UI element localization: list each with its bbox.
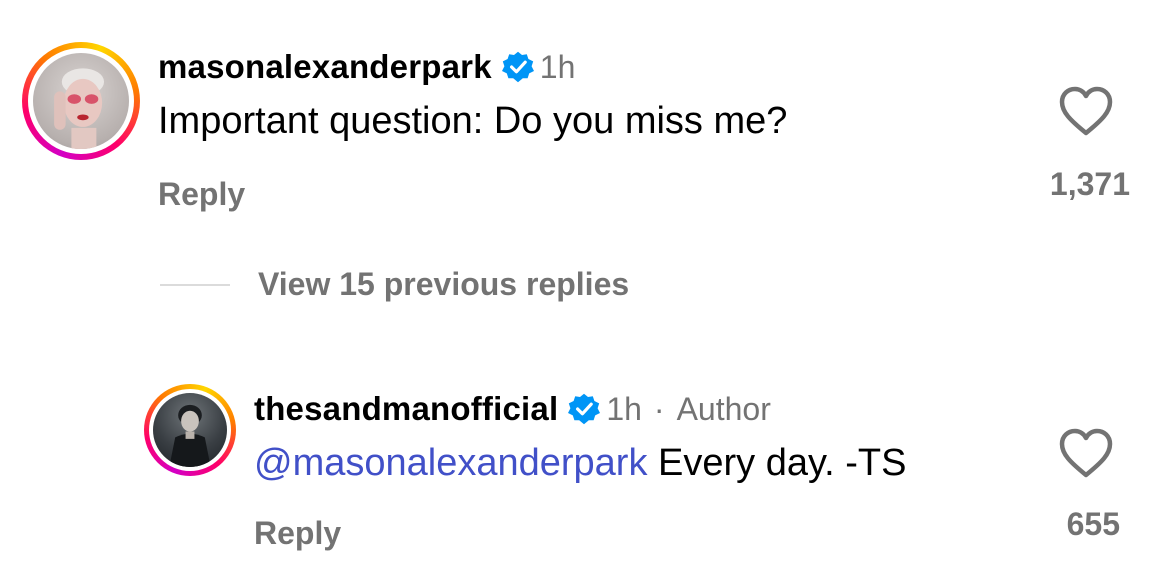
comment-text: @masonalexanderpark Every day. -TS	[254, 438, 906, 488]
like-count: 655	[1066, 506, 1120, 542]
comment-2: thesandmanofficial 1h · Author @masonale…	[254, 386, 906, 488]
separator: ·	[653, 390, 665, 427]
mention-link[interactable]: @masonalexanderpark	[254, 442, 647, 484]
like-count: 1,371	[1049, 166, 1130, 202]
verified-badge-icon	[568, 393, 601, 425]
reply-button[interactable]: Reply	[158, 176, 245, 213]
profile-photo	[169, 404, 211, 467]
view-previous-replies[interactable]: View 15 previous replies	[160, 266, 629, 303]
heart-icon[interactable]	[1058, 86, 1114, 138]
avatar-masonalexanderpark[interactable]	[22, 42, 140, 160]
divider	[160, 283, 230, 286]
comment-1: masonalexanderpark 1h Important question…	[158, 44, 787, 146]
avatar-thesandmanofficial[interactable]	[144, 384, 236, 476]
comment-header: thesandmanofficial 1h · Author	[254, 386, 906, 432]
timestamp: 1h	[606, 390, 642, 427]
author-label: Author	[676, 390, 771, 427]
profile-photo	[54, 68, 105, 149]
username[interactable]: thesandmanofficial	[254, 390, 558, 428]
view-replies-label[interactable]: View 15 previous replies	[258, 266, 629, 303]
comments-thread: masonalexanderpark 1h Important question…	[0, 0, 1170, 588]
reply-button[interactable]: Reply	[254, 515, 341, 552]
comment-body: Every day. -TS	[647, 442, 907, 484]
username[interactable]: masonalexanderpark	[158, 48, 492, 86]
comment-header: masonalexanderpark 1h	[158, 44, 787, 90]
verified-badge-icon	[501, 51, 534, 83]
comment-text: Important question: Do you miss me?	[158, 100, 788, 142]
heart-icon[interactable]	[1058, 428, 1114, 480]
timestamp: 1h	[539, 48, 576, 85]
